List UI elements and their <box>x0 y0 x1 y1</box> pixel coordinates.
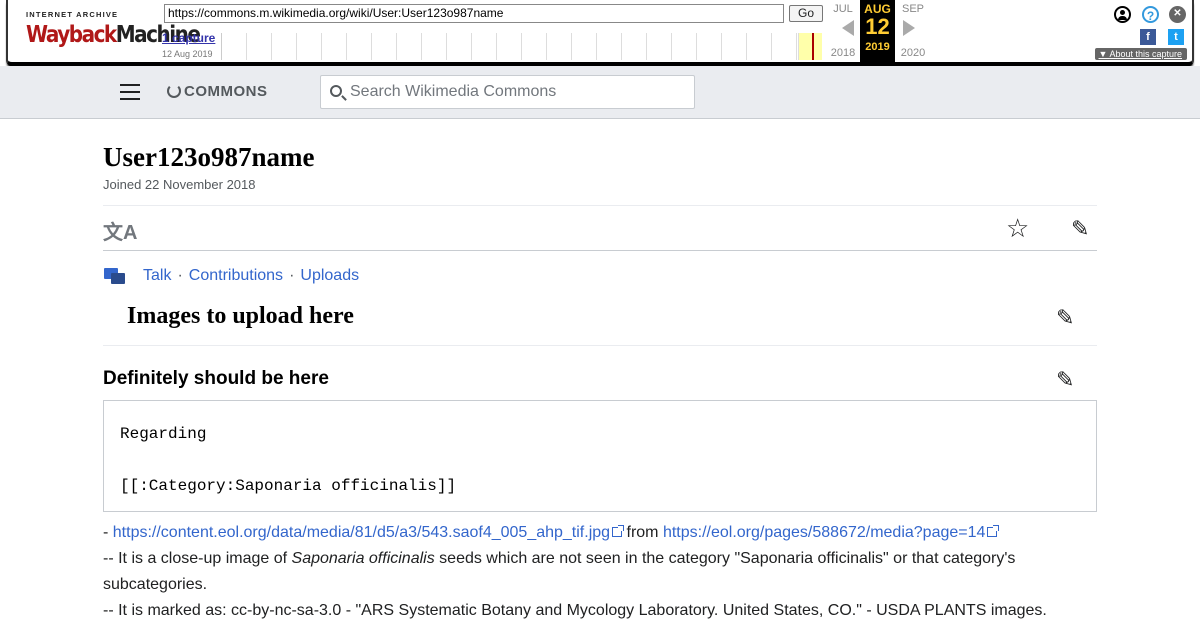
external-link-icon <box>987 525 1000 537</box>
commons-logo-icon <box>167 84 181 98</box>
wayback-next-month[interactable]: SEP <box>896 3 930 15</box>
subsection-heading: Definitely should be here <box>103 368 329 389</box>
eol-page-link[interactable]: https://eol.org/pages/588672/media?page=… <box>663 524 985 541</box>
dash-text: - <box>103 524 113 541</box>
wayback-captures-link[interactable]: 1 capture <box>162 31 215 45</box>
wayback-sparkline[interactable] <box>221 33 823 60</box>
license-line: -- It is marked as: cc-by-nc-sa-3.0 - "A… <box>103 602 1047 619</box>
twitter-icon[interactable]: t <box>1168 29 1184 45</box>
site-header: COMMONS <box>0 66 1200 119</box>
pre-line-1: Regarding <box>120 425 207 443</box>
search-input[interactable] <box>350 82 680 102</box>
external-link-icon <box>612 525 625 537</box>
wayback-current-date: AUG 12 2019 <box>860 0 895 62</box>
nav-separator: · <box>177 267 183 284</box>
wayback-logo-top: INTERNET ARCHIVE <box>26 10 119 19</box>
edit-page-pencil-icon[interactable]: ✎ <box>1071 216 1095 241</box>
wayback-url-input[interactable]: https://commons.m.wikimedia.org/wiki/Use… <box>164 4 784 23</box>
about-capture-button[interactable]: ▼ About this capture <box>1094 48 1187 60</box>
preformatted-block: Regarding [[:Category:Saponaria officina… <box>103 400 1097 512</box>
contributions-link[interactable]: Contributions <box>189 267 283 284</box>
wayback-capture-date: 12 Aug 2019 <box>162 49 213 59</box>
joined-date: Joined 22 November 2018 <box>103 177 256 192</box>
watch-star-icon[interactable]: ☆ <box>1006 213 1029 244</box>
help-icon[interactable]: ? <box>1142 6 1159 23</box>
facebook-icon[interactable]: f <box>1140 29 1156 45</box>
user-icon[interactable] <box>1114 6 1131 23</box>
wayback-next-arrow-icon[interactable] <box>903 20 915 36</box>
nav-separator: · <box>289 267 295 284</box>
section-divider <box>103 345 1097 346</box>
wayback-go-button[interactable]: Go <box>789 5 823 22</box>
wayback-prev-year[interactable]: 2018 <box>826 47 860 59</box>
talk-link[interactable]: Talk <box>143 267 171 284</box>
sparkline-capture-marker[interactable] <box>812 33 814 60</box>
wayback-next-year[interactable]: 2020 <box>896 47 930 59</box>
caret-down-icon: ▼ <box>1098 49 1110 59</box>
search-icon <box>330 85 342 97</box>
hamburger-menu-icon[interactable] <box>120 84 140 100</box>
species-name: Saponaria officinalis <box>291 550 435 567</box>
body-text: - https://content.eol.org/data/media/81/… <box>103 520 1097 624</box>
wayback-current-year: 2019 <box>865 41 890 53</box>
wayback-current-day: 12 <box>865 14 890 39</box>
about-capture-label: About this capture <box>1109 49 1182 59</box>
description-line: -- It is a close-up image of Saponaria o… <box>103 546 1097 598</box>
edit-subsection-pencil-icon[interactable]: ✎ <box>1056 367 1080 392</box>
eol-image-link[interactable]: https://content.eol.org/data/media/81/d5… <box>113 524 610 541</box>
search-box[interactable] <box>320 75 695 109</box>
language-icon[interactable]: 文A <box>103 216 137 245</box>
sparkline-current-highlight <box>798 33 822 60</box>
section-heading: Images to upload here <box>127 303 354 329</box>
commons-logo[interactable]: COMMONS <box>167 83 268 100</box>
user-nav-links: Talk · Contributions · Uploads <box>143 267 359 285</box>
source-line: - https://content.eol.org/data/media/81/… <box>103 520 1097 546</box>
wayback-logo[interactable]: INTERNET ARCHIVE WaybackMachine <box>26 10 201 50</box>
wayback-logo-main: WaybackMachine <box>26 20 201 48</box>
wayback-toolbar: INTERNET ARCHIVE WaybackMachine https://… <box>6 0 1194 66</box>
wayback-icons: ? ✕ <box>1104 5 1186 27</box>
talk-bubbles-icon <box>104 268 126 286</box>
commons-brand-text: COMMONS <box>184 83 268 100</box>
page-actions-bar: 文A ☆ ✎ <box>103 205 1097 251</box>
close-icon[interactable]: ✕ <box>1169 6 1186 23</box>
uploads-link[interactable]: Uploads <box>300 267 359 284</box>
from-text: from <box>622 524 663 541</box>
edit-section-pencil-icon[interactable]: ✎ <box>1056 305 1080 330</box>
wayback-prev-arrow-icon[interactable] <box>842 20 854 36</box>
description-text-a: -- It is a close-up image of <box>103 550 292 567</box>
wayback-prev-month[interactable]: JUL <box>826 3 860 15</box>
page-title: User123o987name <box>103 142 315 172</box>
pre-line-2: [[:Category:Saponaria officinalis]] <box>120 477 457 495</box>
